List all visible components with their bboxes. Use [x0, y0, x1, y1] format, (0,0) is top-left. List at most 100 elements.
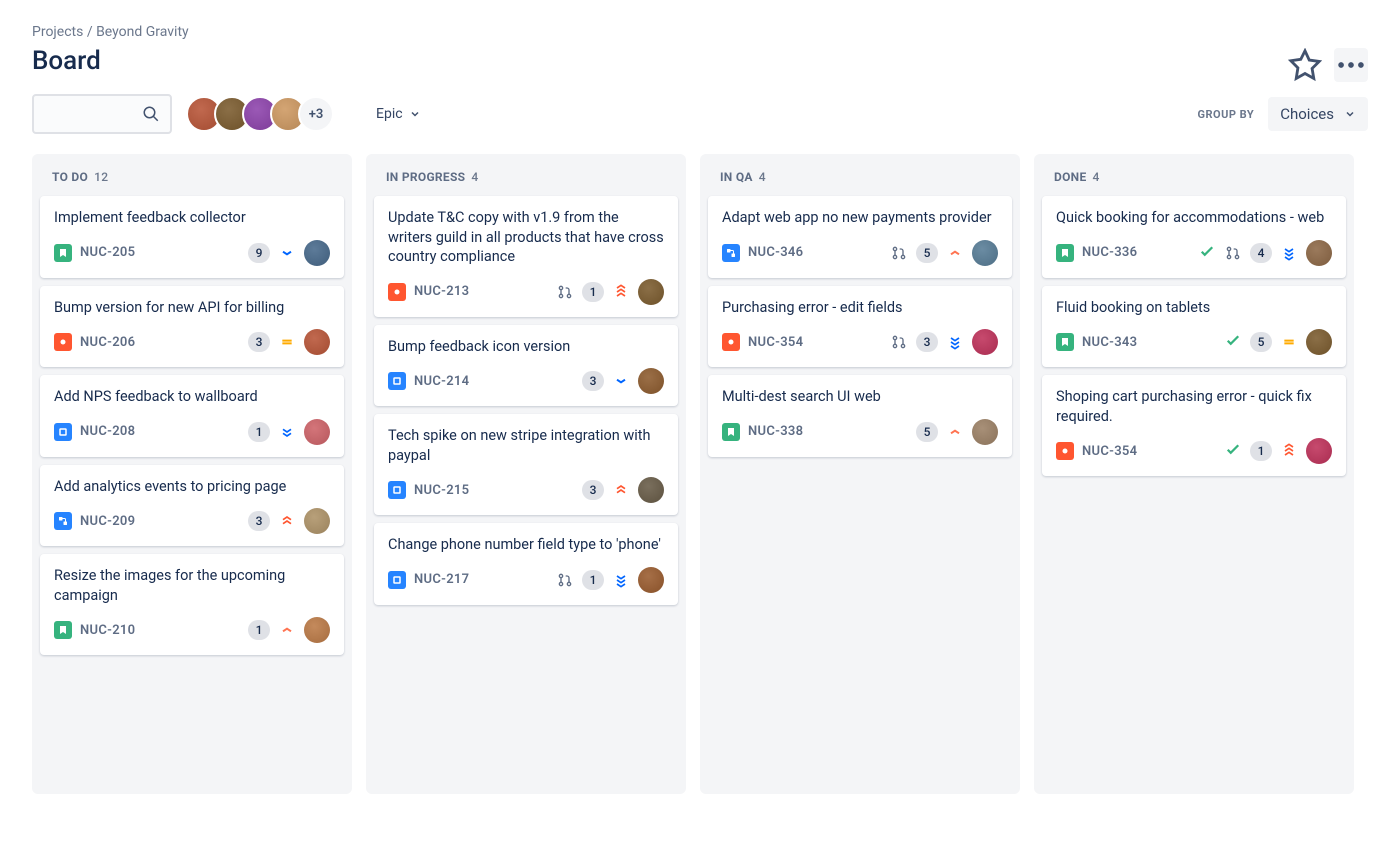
issue-card[interactable]: Tech spike on new stripe integration wit… [374, 414, 678, 515]
priority-high-icon [278, 512, 296, 530]
priority-lowest-blue-icon [612, 571, 630, 589]
card-title: Tech spike on new stripe integration wit… [388, 426, 664, 465]
issue-key: NUC-208 [80, 424, 135, 439]
epic-dropdown[interactable]: Epic [366, 100, 431, 128]
priority-highest-icon [612, 283, 630, 301]
story-points-badge: 1 [1250, 441, 1272, 461]
pull-request-icon [890, 244, 908, 262]
story-points-badge: 1 [582, 282, 604, 302]
priority-mediumhigh-icon [278, 621, 296, 639]
board: TO DO12Implement feedback collectorNUC-2… [32, 154, 1368, 794]
priority-medium-icon [278, 333, 296, 351]
issue-card[interactable]: Multi-dest search UI webNUC-3385 [708, 375, 1012, 457]
breadcrumb-project[interactable]: Beyond Gravity [96, 24, 189, 40]
issue-card[interactable]: Shoping cart purchasing error - quick fi… [1042, 375, 1346, 476]
card-title: Add analytics events to pricing page [54, 477, 330, 497]
column-title: IN PROGRESS [386, 170, 465, 184]
priority-mediumhigh-icon [946, 423, 964, 441]
story-points-badge: 5 [916, 422, 938, 442]
issue-key: NUC-217 [414, 572, 469, 587]
card-title: Bump feedback icon version [388, 337, 664, 357]
issue-card[interactable]: Adapt web app no new payments providerNU… [708, 196, 1012, 278]
issue-card[interactable]: Purchasing error - edit fieldsNUC-3543 [708, 286, 1012, 368]
assignee-avatar[interactable] [1306, 329, 1332, 355]
pull-request-icon [556, 283, 574, 301]
card-title: Adapt web app no new payments provider [722, 208, 998, 228]
breadcrumb: Projects / Beyond Gravity [32, 24, 1368, 40]
assignee-avatar[interactable] [638, 368, 664, 394]
priority-lowest-blue-icon [1280, 244, 1298, 262]
assignee-avatar[interactable] [304, 617, 330, 643]
issue-card[interactable]: Implement feedback collectorNUC-2059 [40, 196, 344, 278]
column-header: IN QA 4 [708, 154, 1012, 196]
pull-request-icon [556, 571, 574, 589]
story-issue-icon [722, 423, 740, 441]
assignee-avatar[interactable] [638, 477, 664, 503]
assignee-avatar[interactable] [638, 567, 664, 593]
issue-card[interactable]: Change phone number field type to 'phone… [374, 523, 678, 605]
task-issue-icon [54, 423, 72, 441]
story-points-badge: 3 [248, 511, 270, 531]
issue-card[interactable]: Add analytics events to pricing page NUC-… [40, 465, 344, 547]
card-title: Multi-dest search UI web [722, 387, 998, 407]
issue-card[interactable]: Add NPS feedback to wallboardNUC-2081 [40, 375, 344, 457]
card-title: Change phone number field type to 'phone… [388, 535, 664, 555]
assignee-avatar[interactable] [1306, 240, 1332, 266]
subtask-issue-icon [722, 244, 740, 262]
issue-key: NUC-210 [80, 623, 135, 638]
story-issue-icon [54, 244, 72, 262]
assignee-avatar[interactable] [304, 329, 330, 355]
story-points-badge: 3 [582, 371, 604, 391]
chevron-down-icon [409, 108, 421, 120]
assignee-avatar[interactable] [304, 240, 330, 266]
assignee-avatar[interactable] [1306, 438, 1332, 464]
issue-key: NUC-215 [414, 483, 469, 498]
pull-request-icon [1224, 244, 1242, 262]
assignee-avatar[interactable] [304, 508, 330, 534]
story-points-badge: 5 [916, 243, 938, 263]
column-count: 4 [759, 170, 766, 184]
column-header: IN PROGRESS 4 [374, 154, 678, 196]
issue-card[interactable]: Bump version for new API for billingNUC-… [40, 286, 344, 368]
breadcrumb-projects[interactable]: Projects [32, 24, 83, 40]
assignee-avatar[interactable] [972, 329, 998, 355]
assignee-avatar[interactable] [304, 419, 330, 445]
issue-card[interactable]: Fluid booking on tabletsNUC-3435 [1042, 286, 1346, 368]
card-title: Quick booking for accommodations - web [1056, 208, 1332, 228]
search-icon [142, 105, 160, 123]
column-count: 4 [471, 170, 478, 184]
priority-highest-icon [1280, 442, 1298, 460]
issue-card[interactable]: Resize the images for the upcoming campa… [40, 554, 344, 655]
star-button[interactable] [1288, 48, 1322, 82]
issue-card[interactable]: Quick booking for accommodations - webNU… [1042, 196, 1346, 278]
card-title: Update T&C copy with v1.9 from the write… [388, 208, 664, 267]
story-issue-icon [54, 621, 72, 639]
task-issue-icon [388, 481, 406, 499]
column-title: TO DO [52, 170, 88, 184]
issue-card[interactable]: Update T&C copy with v1.9 from the write… [374, 196, 678, 317]
column-header: TO DO12 [40, 154, 344, 196]
assignee-avatar[interactable] [638, 279, 664, 305]
assignee-filter[interactable]: +3 [186, 96, 334, 132]
priority-medium-icon [1280, 333, 1298, 351]
column-header: DONE4 [1042, 154, 1346, 196]
groupby-select[interactable]: Choices [1268, 97, 1368, 131]
issue-card[interactable]: Bump feedback icon versionNUC-2143 [374, 325, 678, 407]
assignee-avatar[interactable] [972, 240, 998, 266]
bug-issue-icon [388, 283, 406, 301]
assignee-avatar[interactable] [972, 419, 998, 445]
avatar-overflow[interactable]: +3 [298, 96, 334, 132]
board-column: DONE4Quick booking for accommodations - … [1034, 154, 1354, 794]
story-points-badge: 5 [1250, 332, 1272, 352]
story-points-badge: 3 [582, 480, 604, 500]
search-input[interactable] [32, 94, 172, 134]
done-check-icon [1224, 440, 1242, 462]
more-button[interactable] [1334, 48, 1368, 82]
priority-lowest-blue-icon [946, 333, 964, 351]
card-title: Purchasing error - edit fields [722, 298, 998, 318]
issue-key: NUC-209 [80, 514, 135, 529]
priority-mediumhigh-icon [946, 244, 964, 262]
column-count: 4 [1093, 170, 1100, 184]
column-title: IN QA [720, 170, 753, 184]
story-points-badge: 1 [248, 422, 270, 442]
